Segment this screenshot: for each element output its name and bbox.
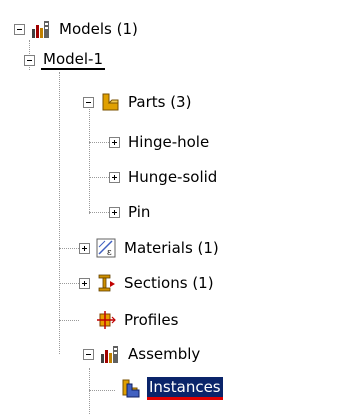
tree-node-part-item[interactable]: Hinge-hole bbox=[109, 130, 211, 154]
instances-icon bbox=[121, 378, 141, 398]
tree-node-sections[interactable]: Sections (1) bbox=[79, 271, 216, 295]
tree-node-model-1[interactable]: Model-1 bbox=[24, 48, 105, 72]
tree-connector bbox=[89, 177, 109, 178]
tree-node-label: Profiles bbox=[124, 311, 179, 329]
tree-node-models[interactable]: Models (1) bbox=[14, 17, 140, 41]
tree-node-assembly[interactable]: Assembly bbox=[83, 342, 202, 366]
tree-node-part-item[interactable]: Pin bbox=[109, 200, 152, 224]
tree-node-label: Materials (1) bbox=[124, 239, 219, 257]
tree-node-parts[interactable]: Parts (3) bbox=[83, 90, 193, 114]
expand-toggle[interactable] bbox=[109, 206, 120, 218]
tree-connector bbox=[89, 390, 115, 391]
collapse-toggle[interactable] bbox=[83, 348, 94, 360]
tree-node-label: Model-1 bbox=[41, 50, 105, 70]
tree-node-label: Sections (1) bbox=[124, 274, 214, 292]
tree-connector bbox=[89, 104, 90, 214]
profiles-icon bbox=[96, 310, 116, 330]
tree-node-label: Assembly bbox=[128, 345, 201, 363]
models-icon bbox=[31, 19, 51, 39]
materials-icon: ε bbox=[96, 238, 116, 258]
sections-icon bbox=[96, 273, 116, 293]
tree-node-label: Hunge-solid bbox=[128, 168, 218, 186]
tree-connector bbox=[59, 72, 60, 354]
svg-text:ε: ε bbox=[107, 248, 112, 258]
model-tree: Models (1) Model-1 Parts (3) Hinge-hole … bbox=[0, 0, 337, 414]
tree-node-label: Instances bbox=[147, 376, 223, 400]
tree-node-label: Hinge-hole bbox=[128, 133, 210, 151]
tree-connector bbox=[59, 320, 79, 321]
expand-toggle[interactable] bbox=[109, 136, 120, 148]
tree-node-materials[interactable]: ε Materials (1) bbox=[79, 236, 221, 260]
parts-icon bbox=[100, 92, 120, 112]
tree-node-part-item[interactable]: Hunge-solid bbox=[109, 165, 219, 189]
collapse-toggle[interactable] bbox=[24, 54, 35, 66]
tree-connector bbox=[89, 368, 90, 414]
expand-toggle[interactable] bbox=[79, 277, 90, 289]
collapse-toggle[interactable] bbox=[14, 23, 25, 35]
tree-connector bbox=[59, 283, 79, 284]
expand-toggle[interactable] bbox=[109, 171, 120, 183]
tree-connector bbox=[59, 248, 79, 249]
tree-node-label: Parts (3) bbox=[128, 93, 192, 111]
tree-connector bbox=[89, 212, 109, 213]
tree-node-instances[interactable]: Instances bbox=[121, 376, 223, 400]
tree-node-profiles[interactable]: Profiles bbox=[96, 308, 180, 332]
collapse-toggle[interactable] bbox=[83, 96, 94, 108]
assembly-icon bbox=[100, 344, 120, 364]
tree-node-label: Models (1) bbox=[59, 20, 138, 38]
expand-toggle[interactable] bbox=[79, 242, 90, 254]
tree-connector bbox=[89, 142, 109, 143]
tree-node-label: Pin bbox=[128, 203, 151, 221]
